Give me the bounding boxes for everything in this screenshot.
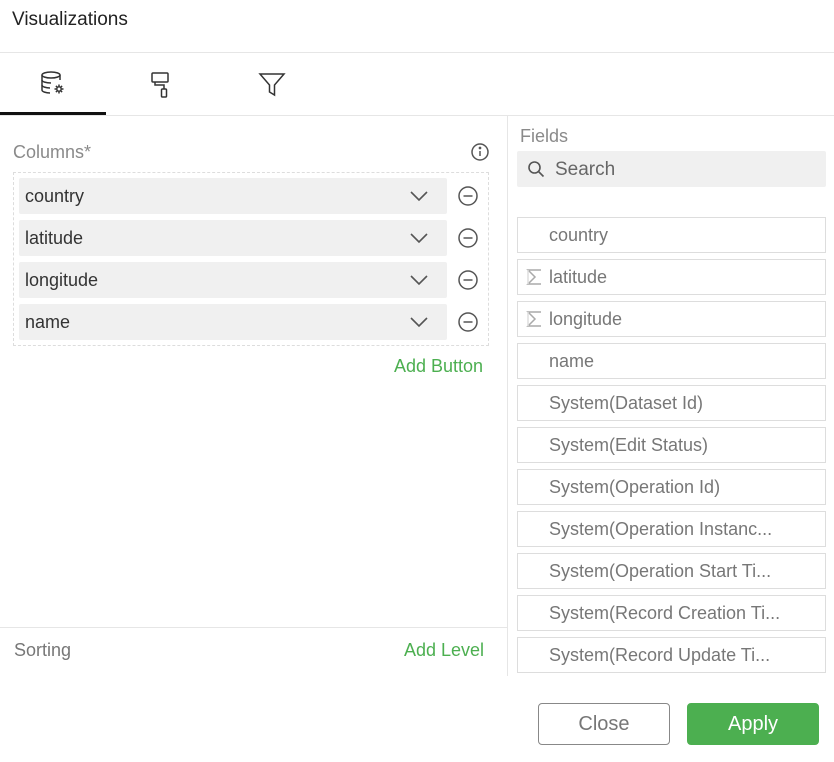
dialog-title: Visualizations — [12, 9, 128, 30]
column-row: longitude — [19, 262, 483, 298]
chevron-down-icon — [409, 273, 429, 292]
field-label: name — [549, 351, 595, 371]
columns-label: Columns* — [13, 142, 92, 162]
tab-bar — [0, 54, 834, 116]
field-label: System(Edit Status) — [549, 435, 709, 455]
remove-column-icon[interactable] — [457, 269, 479, 296]
column-select-value: longitude — [25, 270, 99, 290]
sorting-section: Sorting Add Level — [0, 627, 507, 676]
remove-column-icon[interactable] — [457, 311, 479, 338]
field-label: System(Record Update Ti... — [549, 645, 771, 665]
column-row: name — [19, 304, 483, 340]
tab-format[interactable] — [107, 54, 213, 115]
column-select[interactable]: country — [19, 178, 447, 214]
column-select-value: latitude — [25, 228, 84, 248]
field-label: latitude — [549, 267, 608, 287]
field-item[interactable]: System(Operation Start Ti... — [517, 553, 826, 589]
field-item[interactable]: System(Dataset Id) — [517, 385, 826, 421]
dialog-header: Visualizations — [0, 0, 834, 53]
field-label: System(Dataset Id) — [549, 393, 704, 413]
field-label: longitude — [549, 309, 623, 329]
column-select[interactable]: name — [19, 304, 447, 340]
close-button[interactable]: Close — [538, 703, 670, 745]
sorting-label: Sorting — [14, 640, 72, 660]
field-label: System(Operation Instanc... — [549, 519, 773, 539]
fields-panel: Fields country latitude longitude name S… — [507, 116, 834, 676]
chevron-down-icon — [409, 231, 429, 250]
field-label: System(Operation Id) — [549, 477, 721, 497]
field-label: System(Record Creation Ti... — [549, 603, 781, 623]
apply-button[interactable]: Apply — [687, 703, 819, 745]
column-select-value: country — [25, 186, 85, 206]
field-item[interactable]: System(Edit Status) — [517, 427, 826, 463]
column-row: latitude — [19, 220, 483, 256]
sigma-icon — [525, 267, 545, 292]
field-item[interactable]: System(Operation Id) — [517, 469, 826, 505]
sigma-icon — [525, 309, 545, 334]
field-item[interactable]: System(Operation Instanc... — [517, 511, 826, 547]
add-level-link[interactable]: Add Level — [404, 640, 484, 661]
fields-label: Fields — [520, 126, 569, 146]
chevron-down-icon — [409, 315, 429, 334]
field-item[interactable]: name — [517, 343, 826, 379]
filter-icon — [258, 72, 286, 98]
tab-data[interactable] — [0, 54, 106, 115]
column-select[interactable]: longitude — [19, 262, 447, 298]
columns-panel: Columns* country latitude longitude name… — [0, 116, 507, 676]
remove-column-icon[interactable] — [457, 185, 479, 212]
database-settings-icon — [40, 70, 66, 96]
chevron-down-icon — [409, 189, 429, 208]
tab-filter[interactable] — [219, 54, 325, 115]
remove-column-icon[interactable] — [457, 227, 479, 254]
field-item[interactable]: country — [517, 217, 826, 253]
column-row: country — [19, 178, 483, 214]
columns-drop-zone[interactable]: country latitude longitude name — [13, 172, 489, 346]
field-item[interactable]: System(Record Creation Ti... — [517, 595, 826, 631]
field-label: System(Operation Start Ti... — [549, 561, 772, 581]
search-input[interactable] — [553, 155, 817, 185]
search-box — [517, 151, 826, 187]
field-item[interactable]: System(Record Update Ti... — [517, 637, 826, 673]
field-label: country — [549, 225, 609, 245]
info-icon[interactable] — [470, 142, 490, 167]
field-item[interactable]: longitude — [517, 301, 826, 337]
search-icon — [527, 160, 545, 183]
paint-roller-icon — [148, 71, 172, 99]
column-select[interactable]: latitude — [19, 220, 447, 256]
column-select-value: name — [25, 312, 71, 332]
add-button-link[interactable]: Add Button — [394, 356, 483, 377]
field-item[interactable]: latitude — [517, 259, 826, 295]
